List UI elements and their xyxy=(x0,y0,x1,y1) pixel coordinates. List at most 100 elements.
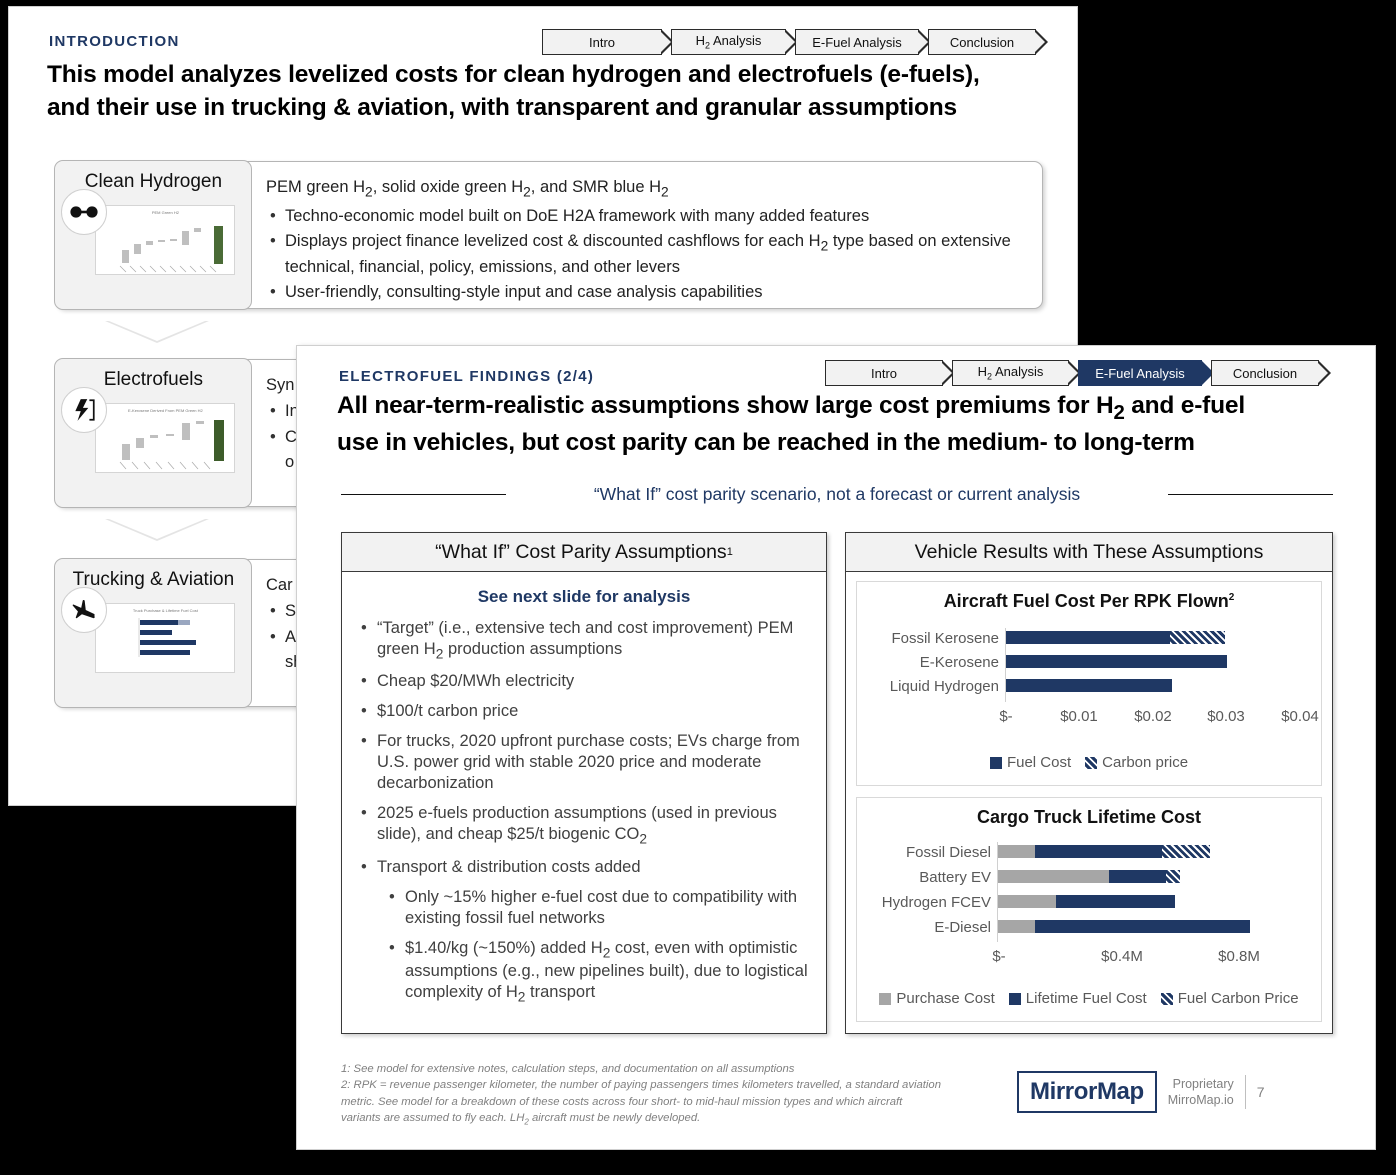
legend-swatch-carbon-price-icon xyxy=(1085,756,1098,769)
truck-tick-0: $- xyxy=(992,948,1006,965)
section-clean-hydrogen[interactable]: Clean Hydrogen PEM Green H2 PEM green H2… xyxy=(54,160,1043,310)
truck-plot-area: Fossil Diesel Battery EV Hydrogen FCEV E… xyxy=(857,838,1321,978)
legend-item-fuel-cost: Fuel Cost xyxy=(989,754,1072,771)
back-slide-nav[interactable]: Intro H2 Analysis E-Fuel Analysis Conclu… xyxy=(542,28,1048,55)
truck-cat-label-battery-ev: Battery EV xyxy=(919,869,991,886)
list-item-label: Transport & distribution costs added xyxy=(377,857,641,876)
legend-label-fuel-carbon-price: Fuel Carbon Price xyxy=(1177,990,1299,1007)
bar-segment-lifetime-fuel-cost xyxy=(1035,845,1162,858)
aircraft-cat-label-fossil-kerosene: Fossil Kerosene xyxy=(891,630,999,647)
bar-segment-carbon-price xyxy=(1170,631,1225,644)
list-item: “Target” (i.e., extensive tech and cost … xyxy=(361,618,814,663)
back-slide-eyebrow: INTRODUCTION xyxy=(49,33,180,50)
section-electrofuels-visual: Electrofuels E-Kerosene Derived From PEM… xyxy=(54,358,253,508)
bar-segment-fuel-cost xyxy=(1006,679,1172,692)
list-item: For trucks, 2020 upfront purchase costs;… xyxy=(361,731,814,794)
aircraft-chart-title-label: Aircraft Fuel Cost Per RPK Flown xyxy=(943,591,1229,611)
front-slide-headline: All near-term-realistic assumptions show… xyxy=(337,390,1347,460)
see-next-slide-note: See next slide for analysis xyxy=(477,587,691,606)
footer-divider xyxy=(1244,1075,1246,1109)
nav-chevron-efuel-analysis[interactable]: E-Fuel Analysis xyxy=(795,28,931,55)
page-number: 7 xyxy=(1256,1084,1265,1100)
nav-chevron-efuel-analysis-label: E-Fuel Analysis xyxy=(812,34,902,50)
section-clean-hydrogen-body: PEM green H2, solid oxide green H2, and … xyxy=(266,174,1030,305)
truck-chart-title: Cargo Truck Lifetime Cost xyxy=(976,807,1202,827)
aircraft-tick-3: $0.03 xyxy=(1207,708,1245,725)
bar-segment-fuel-cost xyxy=(1006,655,1227,668)
nav-chevron-intro[interactable]: Intro xyxy=(825,359,955,386)
list-item: Only ~15% higher e-fuel cost due to comp… xyxy=(389,887,814,929)
truck-bar-hydrogen-fcev xyxy=(998,895,1175,908)
back-slide-headline-line1: This model analyzes levelized costs for … xyxy=(47,61,980,88)
nav-chevron-conclusion[interactable]: Conclusion xyxy=(928,28,1048,55)
legend-label-fuel-cost: Fuel Cost xyxy=(1006,754,1072,771)
aircraft-fuel-cost-chart[interactable]: Aircraft Fuel Cost Per RPK Flown2 Fossil… xyxy=(856,581,1322,786)
bar-segment-fuel-carbon-price xyxy=(1162,845,1210,858)
divider-line-right xyxy=(1168,493,1333,496)
aircraft-plot-area: Fossil Kerosene E-Kerosene Liquid Hydrog… xyxy=(857,622,1321,740)
nav-chevron-conclusion[interactable]: Conclusion xyxy=(1211,359,1331,386)
legend-swatch-fuel-carbon-price-icon xyxy=(1160,992,1173,1005)
nav-chevron-intro[interactable]: Intro xyxy=(542,28,674,55)
bar-segment-fuel-cost xyxy=(1006,631,1170,644)
legend-item-purchase-cost: Purchase Cost xyxy=(879,990,995,1007)
electrofuel-findings-slide[interactable]: ELECTROFUEL FINDINGS (2/4) Intro H2 Anal… xyxy=(296,345,1376,1150)
cost-parity-assumptions-panel[interactable]: “What If” Cost Parity Assumptions 1 See n… xyxy=(341,532,827,1034)
divider-line-left xyxy=(341,493,506,496)
waterfall-chart-thumb-icon xyxy=(120,226,224,273)
front-slide-divider: “What If” cost parity scenario, not a fo… xyxy=(341,484,1333,505)
bar-segment-lifetime-fuel-cost xyxy=(1035,920,1250,933)
molecule-glyph-icon xyxy=(70,206,99,219)
nav-chevron-conclusion-label: Conclusion xyxy=(949,34,1015,50)
nav-chevron-h2-analysis[interactable]: H2 Analysis xyxy=(952,359,1081,386)
cost-parity-assumptions-header-label: “What If” Cost Parity Assumptions xyxy=(435,540,727,563)
front-slide-headline-line1: All near-term-realistic assumptions show… xyxy=(337,392,1245,424)
airplane-glyph-icon xyxy=(73,600,96,619)
section-clean-hydrogen-lead: PEM green H2, solid oxide green H2, and … xyxy=(266,178,669,200)
legend-item-carbon-price: Carbon price xyxy=(1085,754,1188,771)
legend-swatch-fuel-cost-icon xyxy=(989,756,1002,769)
aircraft-chart-legend: Fuel Cost Carbon price xyxy=(857,754,1321,771)
list-item: $100/t carbon price xyxy=(361,701,814,722)
front-slide-nav[interactable]: Intro H2 Analysis E-Fuel Analysis Conclu… xyxy=(825,359,1331,386)
bar-segment-purchase-cost xyxy=(998,895,1056,908)
aircraft-cat-label-liquid-hydrogen: Liquid Hydrogen xyxy=(889,678,999,695)
truck-cat-label-hydrogen-fcev: Hydrogen FCEV xyxy=(881,894,991,911)
nav-chevron-intro-label: Intro xyxy=(588,34,615,50)
aircraft-bar-liquid-hydrogen xyxy=(1006,679,1172,692)
cargo-truck-lifetime-cost-chart[interactable]: Cargo Truck Lifetime Cost Fossil Diesel … xyxy=(856,797,1322,1022)
list-item: $1.40/kg (~150%) added H2 cost, even wit… xyxy=(389,938,814,1006)
truck-tick-1: $0.4M xyxy=(1101,948,1143,965)
truck-cat-label-fossil-diesel: Fossil Diesel xyxy=(905,844,991,861)
proprietary-note: Proprietary MirroMap.io xyxy=(1168,1076,1234,1109)
nav-chevron-h2-analysis-label: H2 Analysis xyxy=(977,364,1044,382)
truck-bar-fossil-diesel xyxy=(998,845,1210,858)
bar-segment-fuel-carbon-price xyxy=(1166,870,1180,883)
bar-segment-purchase-cost xyxy=(998,845,1035,858)
footnote-2: 2: RPK = revenue passenger kilometer, th… xyxy=(341,1079,941,1127)
nav-chevron-efuel-analysis[interactable]: E-Fuel Analysis xyxy=(1078,359,1214,386)
nav-chevron-h2-analysis[interactable]: H2 Analysis xyxy=(671,28,798,55)
front-slide-headline-line2: use in vehicles, but cost parity can be … xyxy=(337,429,1195,457)
flow-arrow-1-icon xyxy=(105,321,209,343)
aircraft-bar-e-kerosene xyxy=(1006,655,1227,668)
section-clean-hydrogen-visual: Clean Hydrogen PEM Green H2 xyxy=(54,160,253,310)
proprietary-line-1: Proprietary xyxy=(1172,1076,1234,1091)
legend-label-purchase-cost: Purchase Cost xyxy=(896,990,995,1007)
legend-label-lifetime-fuel-cost: Lifetime Fuel Cost xyxy=(1025,990,1147,1007)
nav-chevron-efuel-analysis-label: E-Fuel Analysis xyxy=(1095,365,1185,381)
footnotes: 1: See model for extensive notes, calcul… xyxy=(341,1061,941,1128)
legend-item-lifetime-fuel-cost: Lifetime Fuel Cost xyxy=(1008,990,1147,1007)
legend-swatch-lifetime-fuel-cost-icon xyxy=(1008,992,1021,1005)
list-item: Techno-economic model built on DoE H2A f… xyxy=(270,205,1030,229)
proprietary-line-2: MirroMap.io xyxy=(1167,1093,1234,1107)
cost-parity-assumptions-header: “What If” Cost Parity Assumptions 1 xyxy=(342,533,826,572)
truck-tick-2: $0.8M xyxy=(1218,948,1260,965)
vehicle-results-header-label: Vehicle Results with These Assumptions xyxy=(914,540,1264,563)
aircraft-bar-fossil-kerosene xyxy=(1006,631,1225,644)
bar-chart-thumb-icon xyxy=(139,618,197,658)
section-clean-hydrogen-thumbnail: PEM Green H2 xyxy=(95,205,236,276)
aircraft-chart-title: Aircraft Fuel Cost Per RPK Flown2 xyxy=(857,582,1321,612)
bar-segment-purchase-cost xyxy=(998,870,1109,883)
vehicle-results-panel[interactable]: Vehicle Results with These Assumptions A… xyxy=(845,532,1333,1034)
